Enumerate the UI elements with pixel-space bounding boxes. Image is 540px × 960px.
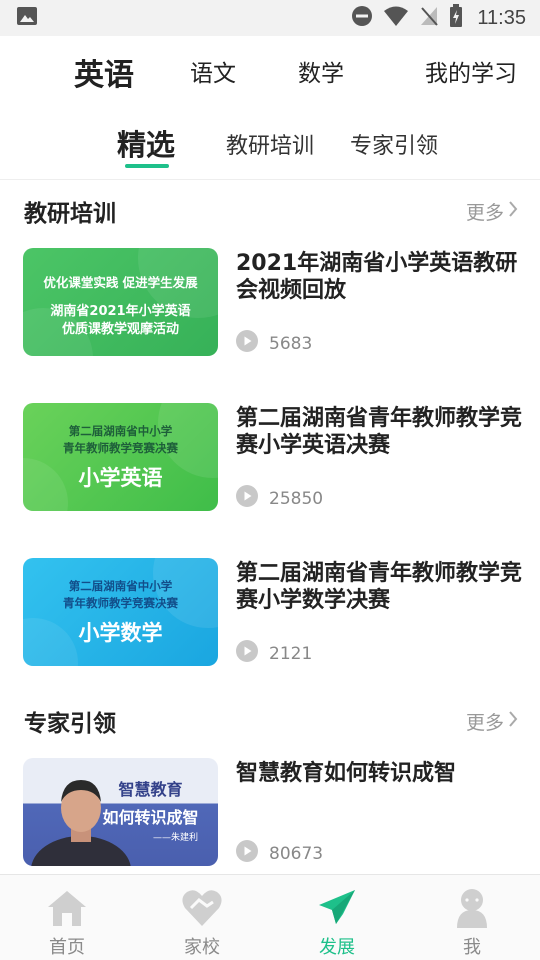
sub-tabs: 精选 教研培训 专家引领 [0, 110, 540, 180]
play-icon [236, 485, 258, 512]
tab-featured[interactable]: 精选 [117, 122, 175, 164]
thumbnail-text: 优质课教学观摩活动 [61, 322, 179, 337]
thumbnail-text: 如何转识成智 [102, 808, 199, 827]
gallery-icon [16, 6, 38, 30]
video-title[interactable]: 智慧教育如何转识成智 [236, 760, 526, 787]
chevron-right-icon [508, 710, 518, 733]
chevron-right-icon [508, 200, 518, 223]
more-label: 更多 [465, 202, 504, 224]
thumbnail-text: 小学数学 [78, 621, 163, 645]
thumbnail-text: 第二届湖南省中小学 [68, 579, 173, 593]
nav-label: 家校 [184, 937, 220, 958]
nav-home-school[interactable]: 家校 [162, 887, 242, 959]
thumbnail-text: 湖南省2021年小学英语 [50, 304, 191, 319]
tab-math[interactable]: 数学 [298, 54, 344, 88]
wifi-icon [383, 5, 409, 31]
nav-me[interactable]: 我 [432, 887, 512, 959]
video-item[interactable]: 第二届湖南省中小学 青年教师教学竞赛决赛 小学数学 第二届湖南省青年教师教学竞赛… [0, 558, 540, 670]
nav-label: 发展 [319, 937, 355, 958]
thumbnail-text: 青年教师教学竞赛决赛 [63, 441, 178, 455]
section-title: 教研培训 [24, 201, 116, 227]
thumbnail-decoration [23, 403, 218, 511]
video-thumbnail[interactable]: 第二届湖南省中小学 青年教师教学竞赛决赛 小学英语 [23, 403, 218, 511]
more-label: 更多 [465, 712, 504, 734]
tab-teaching-research[interactable]: 教研培训 [226, 128, 314, 160]
view-count: 2121 [236, 640, 312, 667]
thumbnail-text: 青年教师教学竞赛决赛 [63, 596, 178, 610]
more-link[interactable]: 更多 [466, 198, 518, 225]
tab-my-study[interactable]: 我的学习 [425, 54, 517, 88]
divider [0, 179, 540, 180]
video-item[interactable]: 第二届湖南省中小学 青年教师教学竞赛决赛 小学英语 第二届湖南省青年教师教学竞赛… [0, 403, 540, 515]
nav-development[interactable]: 发展 [297, 887, 377, 959]
video-title[interactable]: 第二届湖南省青年教师教学竞赛小学数学决赛 [236, 560, 526, 614]
section-header-expert-guidance: 专家引领 更多 [0, 704, 540, 744]
thumbnail-text: 优化课堂实践 促进学生发展 [43, 275, 198, 290]
thumbnail-text: 第二届湖南省中小学 [68, 424, 173, 438]
video-item[interactable]: 智慧教育 如何转识成智 ——朱建利 智慧教育如何转识成智 80673 [0, 758, 540, 870]
bottom-navigation: 首页 家校 发展 我 [0, 874, 540, 960]
person-icon [432, 887, 512, 929]
tab-expert-guidance[interactable]: 专家引领 [350, 128, 438, 160]
view-count: 5683 [236, 330, 312, 357]
thumbnail-text: 智慧教育 [118, 780, 183, 799]
view-count: 25850 [236, 485, 323, 512]
nav-label: 首页 [49, 937, 85, 958]
view-count-value: 25850 [269, 488, 324, 509]
video-item[interactable]: 优化课堂实践 促进学生发展 湖南省2021年小学英语 优质课教学观摩活动 202… [0, 248, 540, 360]
section-title: 专家引领 [24, 711, 116, 737]
view-count: 80673 [236, 840, 323, 867]
view-count-value: 5683 [269, 333, 313, 354]
home-icon [27, 887, 107, 929]
status-bar: 11:35 [0, 0, 540, 36]
tab-english[interactable]: 英语 [74, 50, 134, 94]
paper-plane-icon [297, 887, 377, 929]
view-count-value: 80673 [269, 843, 324, 864]
no-signal-icon [419, 5, 439, 31]
battery-charging-icon [449, 4, 463, 32]
video-title[interactable]: 2021年湖南省小学英语教研会视频回放 [236, 250, 526, 304]
video-title[interactable]: 第二届湖南省青年教师教学竞赛小学英语决赛 [236, 405, 526, 459]
nav-home[interactable]: 首页 [27, 887, 107, 959]
tab-chinese[interactable]: 语文 [190, 54, 236, 88]
active-tab-indicator [125, 164, 169, 168]
thumbnail-decoration [23, 558, 218, 666]
section-header-teaching-research: 教研培训 更多 [0, 194, 540, 234]
play-icon [236, 330, 258, 357]
heart-handshake-icon [162, 887, 242, 929]
more-link[interactable]: 更多 [466, 708, 518, 735]
play-icon [236, 840, 258, 867]
play-icon [236, 640, 258, 667]
dnd-icon [351, 5, 373, 31]
video-thumbnail[interactable]: 智慧教育 如何转识成智 ——朱建利 [23, 758, 218, 866]
nav-label: 我 [463, 937, 481, 958]
clock: 11:35 [477, 6, 526, 29]
video-thumbnail[interactable]: 优化课堂实践 促进学生发展 湖南省2021年小学英语 优质课教学观摩活动 [23, 248, 218, 356]
view-count-value: 2121 [269, 643, 313, 664]
thumbnail-text: ——朱建利 [152, 833, 198, 843]
subject-tabs: 英语 语文 数学 我的学习 [0, 36, 540, 110]
thumbnail-text: 小学英语 [78, 466, 163, 490]
video-thumbnail[interactable]: 第二届湖南省中小学 青年教师教学竞赛决赛 小学数学 [23, 558, 218, 666]
